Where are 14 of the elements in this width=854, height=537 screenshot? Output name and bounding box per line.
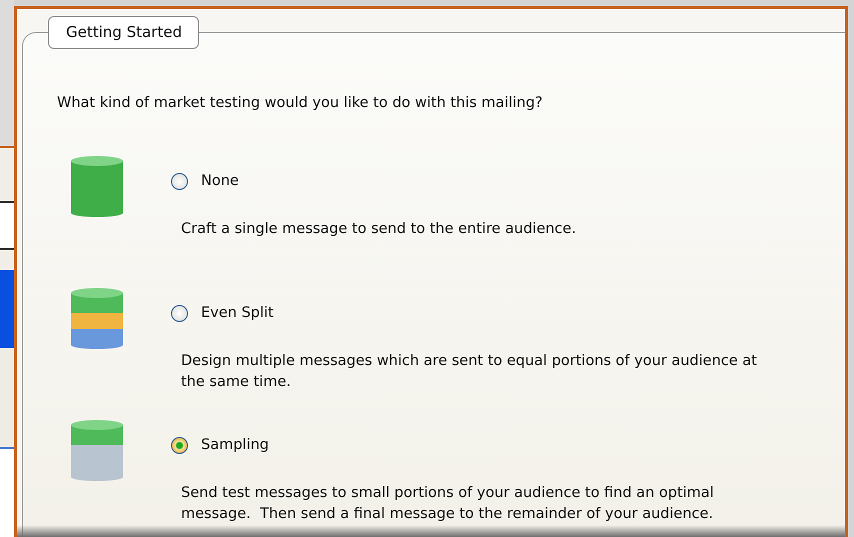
cylinder-icon <box>69 287 125 349</box>
radio-button[interactable] <box>171 436 188 454</box>
question-text: What kind of market testing would you like to do with this mailing? <box>57 95 544 111</box>
option-label[interactable]: Sampling <box>201 437 269 453</box>
option-label[interactable]: Even Split <box>201 305 274 321</box>
option-description: Craft a single message to send to the entire audience. <box>181 220 578 239</box>
option-description: Send test messages to small portions of your audience to find an optimal message. Then send a final message to the remainder of your audience. <box>181 484 715 524</box>
radio-button[interactable] <box>171 172 188 190</box>
cylinder-icon <box>69 419 125 481</box>
cylinder-icon <box>69 155 125 217</box>
radio-button[interactable] <box>171 304 188 322</box>
option-label[interactable]: None <box>201 173 239 189</box>
group-title: Getting Started <box>48 16 199 49</box>
option-description: Design multiple messages which are sent to equal portions of your audience at the same time. <box>181 352 758 392</box>
